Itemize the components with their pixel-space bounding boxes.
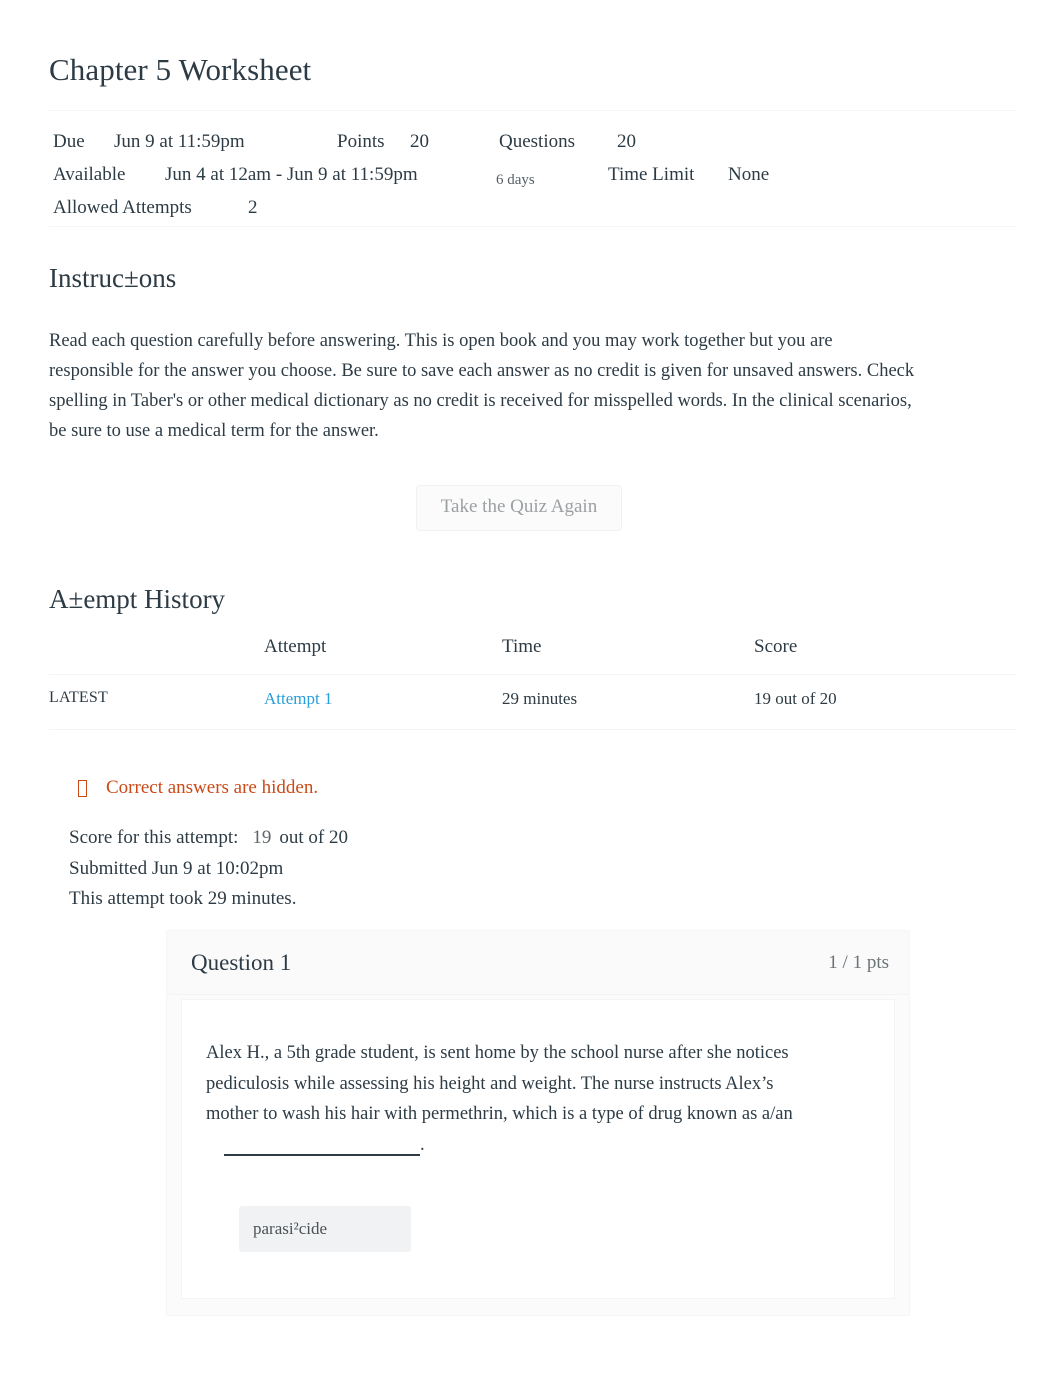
- question-title: Question 1: [191, 950, 292, 975]
- duration-line: This attempt took 29 minutes.: [69, 888, 297, 909]
- take-quiz-again-button[interactable]: Take the Quiz Again: [416, 485, 622, 531]
- column-header-attempt: Attempt: [264, 636, 502, 675]
- available-label: Available: [53, 164, 126, 185]
- due-value: Jun 9 at 11:59pm: [114, 131, 245, 152]
- table-row: LATEST Attempt 1 29 minutes 19 out of 20: [49, 674, 1017, 730]
- submitted-line: Submitted Jun 9 at 10:02pm: [69, 857, 284, 879]
- allowed-attempts-label: Allowed Attempts: [53, 197, 192, 218]
- score-suffix: out of 20: [279, 827, 348, 848]
- submitted-answer: parasi²cide: [239, 1206, 412, 1252]
- meta-divider-top: [49, 110, 1017, 111]
- allowed-attempts-value: 2: [248, 197, 258, 218]
- score-label: Score for this attempt:: [69, 827, 239, 848]
- attempt-1-link[interactable]: Attempt 1: [264, 689, 332, 708]
- retake-quiz-container: Take the Quiz Again: [416, 485, 622, 531]
- instructions-heading: Instruc±ons: [49, 263, 177, 293]
- questions-label: Questions: [499, 131, 575, 152]
- answers-hidden-text: Correct answers are hidden.: [106, 777, 319, 798]
- column-header-score: Score: [754, 636, 1017, 675]
- points-value: 20: [410, 131, 429, 152]
- time-limit-value: None: [728, 164, 770, 185]
- column-header-blank: [49, 636, 264, 675]
- attempt-score: 19 out of 20: [754, 674, 1017, 730]
- question-text-after-blank: .: [420, 1134, 425, 1155]
- question-points: 1 / 1 pts: [828, 952, 889, 973]
- question-text-before-blank: Alex H., a 5th grade student, is sent ho…: [206, 1043, 793, 1124]
- attempt-history-heading: A±empt History: [49, 584, 226, 614]
- attempt-history-table: Attempt Time Score LATEST Attempt 1 29 m…: [49, 636, 1017, 730]
- instructions-body: Read each question carefully before answ…: [49, 331, 915, 441]
- points-label: Points: [337, 131, 385, 152]
- meta-divider-bottom: [49, 226, 1017, 227]
- attempt-time: 29 minutes: [502, 674, 754, 730]
- time-limit-label: Time Limit: [608, 164, 695, 185]
- table-header-row: Attempt Time Score: [49, 636, 1017, 675]
- fill-in-blank-line: [224, 1154, 420, 1156]
- score-line: Score for this attempt: 19 out of 20: [69, 823, 348, 854]
- question-text: Alex H., a 5th grade student, is sent ho…: [206, 1038, 816, 1160]
- question-card: Question 1 1 / 1 pts Alex H., a 5th grad…: [166, 930, 910, 1316]
- available-value: Jun 4 at 12am - Jun 9 at 11:59pm: [165, 164, 418, 185]
- question-header: Question 1 1 / 1 pts: [167, 931, 909, 995]
- questions-value: 20: [617, 131, 636, 152]
- score-value: 19: [252, 827, 272, 848]
- warning-icon: [78, 779, 87, 797]
- column-header-time: Time: [502, 636, 754, 675]
- question-body: Alex H., a 5th grade student, is sent ho…: [181, 999, 895, 1299]
- page-title: Chapter 5 Worksheet: [49, 52, 312, 87]
- available-duration-note: 6 days: [496, 172, 535, 188]
- quiz-results-page: Chapter 5 Worksheet Due Jun 9 at 11:59pm…: [0, 0, 1062, 1377]
- latest-badge: LATEST: [49, 674, 264, 730]
- attempt-cell: Attempt 1: [264, 674, 502, 730]
- due-label: Due: [53, 131, 85, 152]
- answers-hidden-notice: Correct answers are hidden.: [78, 776, 318, 800]
- attempt-summary: Score for this attempt: 19 out of 20 Submi…: [69, 823, 348, 915]
